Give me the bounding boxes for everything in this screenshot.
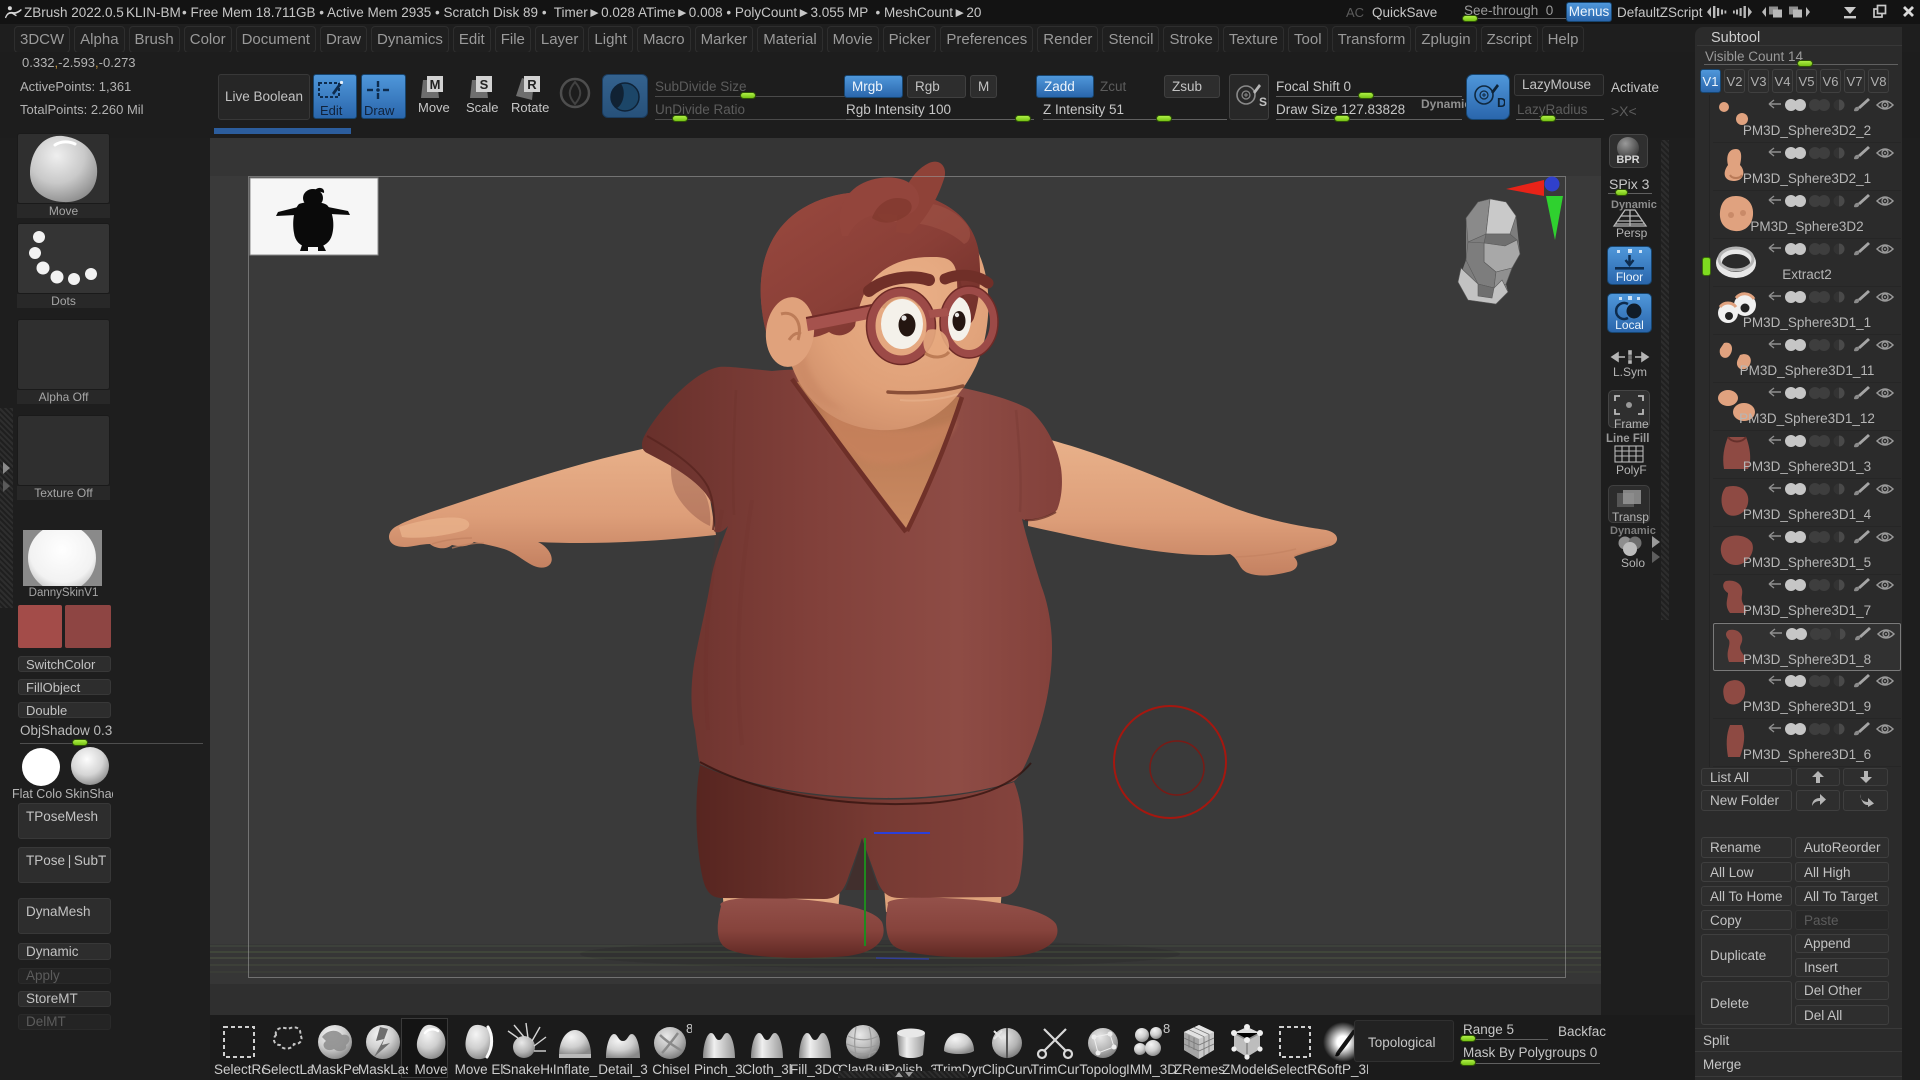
svg-text:R: R xyxy=(527,77,537,92)
svg-text:8: 8 xyxy=(1163,1021,1170,1036)
svg-text:M: M xyxy=(430,77,441,92)
svg-text:S: S xyxy=(480,77,489,92)
svg-text:Floor: Floor xyxy=(1616,270,1643,284)
svg-text:Local: Local xyxy=(1615,318,1644,332)
svg-text:S: S xyxy=(1259,95,1267,109)
svg-text:BPR: BPR xyxy=(1616,154,1639,166)
svg-text:8: 8 xyxy=(686,1021,692,1036)
svg-text:D: D xyxy=(1497,95,1505,110)
